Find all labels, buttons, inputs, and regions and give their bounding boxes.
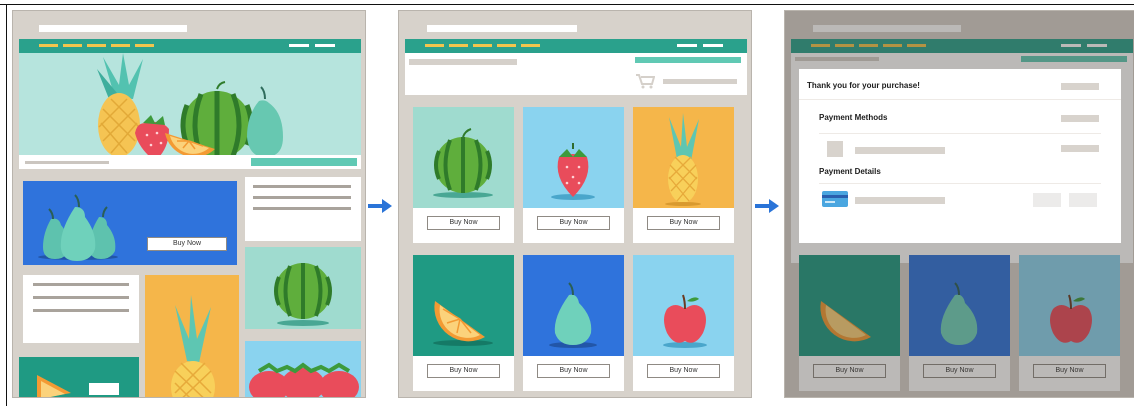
- buy-now-button[interactable]: Buy Now: [427, 216, 500, 230]
- pear-icon: [523, 255, 624, 356]
- nav-link[interactable]: [111, 44, 130, 47]
- home-screen: Buy Now: [12, 10, 366, 398]
- strip-cta[interactable]: [251, 158, 357, 166]
- text-line: [253, 207, 351, 210]
- product-card-strawberry[interactable]: Buy Now: [523, 107, 624, 243]
- card-number-placeholder: [855, 197, 945, 204]
- buy-now-button[interactable]: Buy Now: [147, 237, 227, 251]
- top-nav: [19, 39, 361, 53]
- address-bar[interactable]: [427, 25, 577, 32]
- close-placeholder[interactable]: [1061, 83, 1099, 90]
- pears-illustration: [38, 194, 118, 261]
- text-card: [245, 177, 361, 241]
- text-line: [253, 185, 351, 188]
- nav-link[interactable]: [39, 44, 58, 47]
- watermelon-tile[interactable]: [245, 247, 361, 329]
- apple-icon: [633, 255, 734, 356]
- orange-slice-icon: [37, 375, 119, 397]
- nav-link[interactable]: [497, 44, 516, 47]
- pineapple-icon: [171, 295, 215, 397]
- left-frame-line: [6, 4, 7, 406]
- top-frame-line: [0, 4, 1134, 5]
- nav-link[interactable]: [521, 44, 540, 47]
- nav-right-link[interactable]: [315, 44, 335, 47]
- pineapple-icon: [633, 107, 734, 208]
- text-line: [33, 283, 129, 286]
- text-line: [33, 309, 129, 312]
- nav-link[interactable]: [425, 44, 444, 47]
- pineapple-tile[interactable]: [145, 275, 239, 397]
- nav-link[interactable]: [135, 44, 154, 47]
- nav-link[interactable]: [87, 44, 106, 47]
- hero-banner: [19, 53, 361, 162]
- header-cta[interactable]: [635, 57, 741, 63]
- watermelon-icon: [274, 263, 332, 326]
- nav-link[interactable]: [63, 44, 82, 47]
- watermelon-icon: [413, 107, 514, 208]
- product-card-pineapple[interactable]: Buy Now: [633, 107, 734, 243]
- header-text-placeholder: [409, 59, 517, 65]
- method-text-placeholder: [855, 147, 945, 154]
- buy-now-button[interactable]: Buy Now: [537, 216, 610, 230]
- flow-arrow-icon: [368, 199, 392, 213]
- divider: [799, 99, 1121, 100]
- edit-methods-placeholder[interactable]: [1061, 115, 1099, 122]
- nav-right-link[interactable]: [703, 44, 723, 47]
- payment-details-heading: Payment Details: [819, 167, 881, 176]
- address-bar[interactable]: [39, 25, 187, 32]
- orange-tile[interactable]: [19, 357, 139, 397]
- promo-strip: [19, 155, 361, 169]
- strawberry-icon: [523, 107, 624, 208]
- divider: [819, 183, 1101, 184]
- credit-card-icon: [822, 191, 848, 207]
- pear-promo-card[interactable]: Buy Now: [23, 181, 237, 265]
- nav-link[interactable]: [449, 44, 468, 47]
- cart-header: [405, 53, 747, 95]
- buy-now-button[interactable]: Buy Now: [647, 364, 720, 378]
- top-nav: [405, 39, 747, 53]
- divider: [819, 133, 1101, 134]
- text-card: [23, 275, 139, 343]
- buy-now-button[interactable]: Buy Now: [647, 216, 720, 230]
- orange-slice-icon: [413, 255, 514, 356]
- method-value-placeholder: [1061, 145, 1099, 152]
- nav-right-link[interactable]: [289, 44, 309, 47]
- strawberries-icon: [249, 362, 359, 397]
- nav-link[interactable]: [473, 44, 492, 47]
- text-line: [253, 196, 351, 199]
- cvv-field[interactable]: [1069, 193, 1097, 207]
- product-card-pear[interactable]: Buy Now: [523, 255, 624, 391]
- strip-text-placeholder: [25, 161, 109, 164]
- products-screen: Buy Now Buy Now Buy Now Buy Now Buy Now …: [398, 10, 752, 398]
- strawberry-tile[interactable]: [245, 341, 361, 397]
- flow-arrow-icon: [755, 199, 779, 213]
- hero-fruit-illustration: [89, 53, 289, 162]
- cart-total-placeholder: [663, 79, 737, 84]
- product-card-apple[interactable]: Buy Now: [633, 255, 734, 391]
- payment-methods-heading: Payment Methods: [819, 113, 888, 122]
- cart-icon[interactable]: [635, 73, 655, 89]
- buy-now-button[interactable]: Buy Now: [537, 364, 610, 378]
- expiry-field[interactable]: [1033, 193, 1061, 207]
- nav-right-link[interactable]: [677, 44, 697, 47]
- product-card-orange[interactable]: Buy Now: [413, 255, 514, 391]
- checkout-screen: Buy Now Buy Now Buy Now Thank you for yo…: [784, 10, 1134, 398]
- text-line: [33, 296, 129, 299]
- buy-now-button[interactable]: Buy Now: [427, 364, 500, 378]
- product-card-watermelon[interactable]: Buy Now: [413, 107, 514, 243]
- method-thumbnail: [827, 141, 843, 157]
- purchase-confirmation-modal: Thank you for your purchase! Payment Met…: [799, 69, 1121, 243]
- modal-title: Thank you for your purchase!: [807, 81, 920, 90]
